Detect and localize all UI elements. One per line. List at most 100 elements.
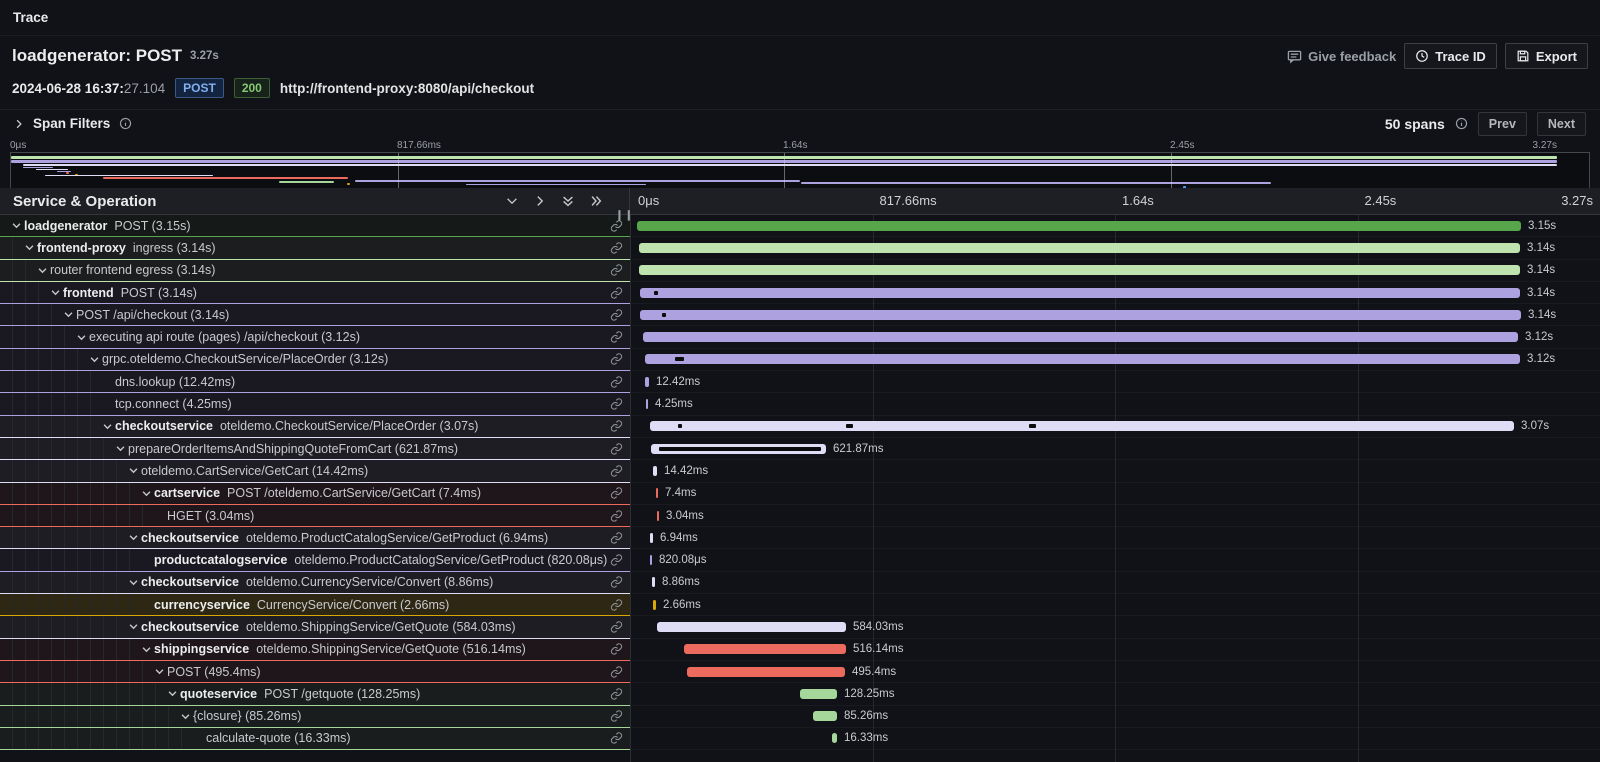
span-link-icon[interactable] xyxy=(610,576,623,589)
trace-id-button[interactable]: Trace ID xyxy=(1404,43,1497,69)
span-link-icon[interactable] xyxy=(610,420,623,433)
span-bar-cell[interactable]: 16.33ms xyxy=(630,728,1600,750)
span-link-icon[interactable] xyxy=(610,509,623,522)
span-link-icon[interactable] xyxy=(610,687,623,700)
span-bar-cell[interactable]: 3.14s xyxy=(630,260,1600,282)
span-bar-cell[interactable]: 3.04ms xyxy=(630,505,1600,527)
span-name-cell[interactable]: checkoutserviceoteldemo.CheckoutService/… xyxy=(0,416,630,438)
span-bar-cell[interactable]: 3.12s xyxy=(630,349,1600,371)
chevron-down-icon[interactable] xyxy=(125,465,141,476)
span-name-cell[interactable]: prepareOrderItemsAndShippingQuoteFromCar… xyxy=(0,438,630,460)
span-duration-bar[interactable] xyxy=(645,377,649,387)
chevron-down-icon[interactable] xyxy=(21,242,37,253)
span-name-cell[interactable]: grpc.oteldemo.CheckoutService/PlaceOrder… xyxy=(0,349,630,371)
span-name-cell[interactable]: frontend-proxyingress (3.14s) xyxy=(0,237,630,259)
span-bar-cell[interactable]: 3.14s xyxy=(630,237,1600,259)
span-link-icon[interactable] xyxy=(610,643,623,656)
span-name-cell[interactable]: oteldemo.CartService/GetCart (14.42ms) xyxy=(0,460,630,482)
chevron-down-icon[interactable] xyxy=(73,332,89,343)
span-name-cell[interactable]: {closure} (85.26ms) xyxy=(0,706,630,728)
span-link-icon[interactable] xyxy=(610,308,623,321)
span-name-cell[interactable]: tcp.connect (4.25ms) xyxy=(0,393,630,415)
chevron-down-icon[interactable] xyxy=(47,287,63,298)
span-name-cell[interactable]: cartservicePOST /oteldemo.CartService/Ge… xyxy=(0,483,630,505)
span-duration-bar[interactable] xyxy=(813,711,837,721)
span-link-icon[interactable] xyxy=(610,554,623,567)
span-duration-bar[interactable] xyxy=(650,555,652,565)
span-link-icon[interactable] xyxy=(610,464,623,477)
span-link-icon[interactable] xyxy=(610,264,623,277)
chevron-down-icon[interactable] xyxy=(60,309,76,320)
next-button[interactable]: Next xyxy=(1537,112,1586,136)
span-name-cell[interactable]: calculate-quote (16.33ms) xyxy=(0,728,630,750)
span-link-icon[interactable] xyxy=(610,219,623,232)
panel-resize-handle[interactable]: ❙❙ xyxy=(615,210,634,221)
info-icon[interactable] xyxy=(1455,117,1468,130)
chevron-down-icon[interactable] xyxy=(112,443,128,454)
span-bar-cell[interactable]: 128.25ms xyxy=(630,683,1600,705)
span-link-icon[interactable] xyxy=(610,487,623,500)
span-duration-bar[interactable] xyxy=(643,332,1518,342)
span-bar-cell[interactable]: 516.14ms xyxy=(630,639,1600,661)
span-bar-cell[interactable]: 7.4ms xyxy=(630,483,1600,505)
span-name-cell[interactable]: checkoutserviceoteldemo.ProductCatalogSe… xyxy=(0,527,630,549)
span-duration-bar[interactable] xyxy=(653,600,656,610)
info-icon[interactable] xyxy=(119,117,132,130)
span-name-cell[interactable]: checkoutserviceoteldemo.CurrencyService/… xyxy=(0,572,630,594)
span-link-icon[interactable] xyxy=(610,241,623,254)
chevron-down-icon[interactable] xyxy=(125,621,141,632)
span-name-cell[interactable]: productcatalogserviceoteldemo.ProductCat… xyxy=(0,549,630,571)
span-filters-toggle[interactable]: Span Filters xyxy=(14,116,132,131)
expand-one-icon[interactable] xyxy=(533,194,547,208)
span-duration-bar[interactable] xyxy=(800,689,837,699)
span-link-icon[interactable] xyxy=(610,710,623,723)
span-duration-bar[interactable] xyxy=(650,421,1514,431)
span-link-icon[interactable] xyxy=(610,286,623,299)
chevron-down-icon[interactable] xyxy=(151,666,167,677)
span-bar-cell[interactable]: 6.94ms xyxy=(630,527,1600,549)
export-button[interactable]: Export xyxy=(1505,43,1588,69)
span-link-icon[interactable] xyxy=(610,398,623,411)
span-bar-cell[interactable]: 85.26ms xyxy=(630,706,1600,728)
span-bar-cell[interactable]: 584.03ms xyxy=(630,616,1600,638)
span-duration-bar[interactable] xyxy=(640,288,1520,298)
span-duration-bar[interactable] xyxy=(637,221,1521,231)
span-name-cell[interactable]: POST /api/checkout (3.14s) xyxy=(0,304,630,326)
span-bar-cell[interactable]: 820.08μs xyxy=(630,549,1600,571)
span-name-cell[interactable]: shippingserviceoteldemo.ShippingService/… xyxy=(0,639,630,661)
span-duration-bar[interactable] xyxy=(656,488,658,498)
span-link-icon[interactable] xyxy=(610,732,623,745)
span-duration-bar[interactable] xyxy=(645,354,1520,364)
span-bar-cell[interactable]: 8.86ms xyxy=(630,572,1600,594)
chevron-down-icon[interactable] xyxy=(138,644,154,655)
chevron-down-icon[interactable] xyxy=(125,577,141,588)
span-duration-bar[interactable] xyxy=(652,577,655,587)
span-duration-bar[interactable] xyxy=(651,444,826,454)
span-name-cell[interactable]: router frontend egress (3.14s) xyxy=(0,260,630,282)
span-bar-cell[interactable]: 2.66ms xyxy=(630,594,1600,616)
span-bar-cell[interactable]: 3.15s xyxy=(630,215,1600,237)
span-bar-cell[interactable]: 12.42ms xyxy=(630,371,1600,393)
span-link-icon[interactable] xyxy=(610,531,623,544)
expand-all-icon[interactable] xyxy=(589,194,603,208)
span-name-cell[interactable]: HGET (3.04ms) xyxy=(0,505,630,527)
panel-divider[interactable] xyxy=(630,215,631,762)
collapse-all-icon[interactable] xyxy=(561,194,575,208)
span-bar-cell[interactable]: 4.25ms xyxy=(630,393,1600,415)
chevron-down-icon[interactable] xyxy=(8,220,24,231)
span-duration-bar[interactable] xyxy=(653,466,657,476)
span-duration-bar[interactable] xyxy=(639,243,1520,253)
span-bar-cell[interactable]: 3.07s xyxy=(630,416,1600,438)
span-link-icon[interactable] xyxy=(610,620,623,633)
span-duration-bar[interactable] xyxy=(684,644,846,654)
chevron-down-icon[interactable] xyxy=(34,265,50,276)
span-bar-cell[interactable]: 14.42ms xyxy=(630,460,1600,482)
chevron-down-icon[interactable] xyxy=(164,688,180,699)
chevron-down-icon[interactable] xyxy=(138,488,154,499)
span-link-icon[interactable] xyxy=(610,442,623,455)
span-name-cell[interactable]: checkoutserviceoteldemo.ShippingService/… xyxy=(0,616,630,638)
give-feedback-link[interactable]: Give feedback xyxy=(1287,49,1396,64)
span-name-cell[interactable]: dns.lookup (12.42ms) xyxy=(0,371,630,393)
span-name-cell[interactable]: executing api route (pages) /api/checkou… xyxy=(0,326,630,348)
chevron-down-icon[interactable] xyxy=(177,711,193,722)
